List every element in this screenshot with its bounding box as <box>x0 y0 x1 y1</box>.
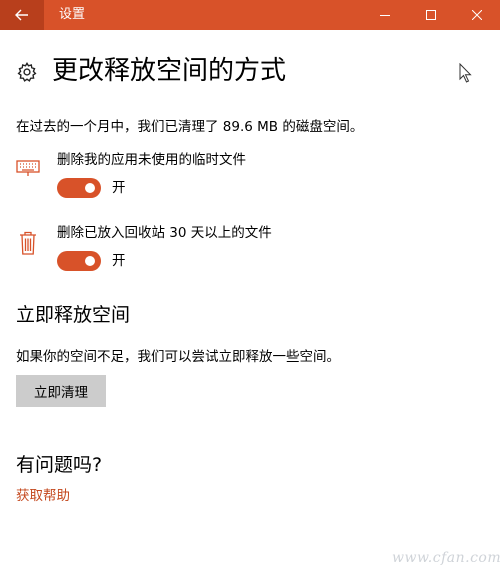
mouse-cursor-icon <box>459 63 472 83</box>
temp-files-toggle[interactable] <box>57 178 101 198</box>
temp-files-toggle-state: 开 <box>112 180 126 196</box>
get-help-link[interactable]: 获取帮助 <box>16 486 70 506</box>
temp-files-setting-label: 删除我的应用未使用的临时文件 <box>57 152 246 168</box>
back-arrow-icon <box>15 9 28 21</box>
minimize-button[interactable] <box>362 0 408 30</box>
cleanup-summary: 在过去的一个月中，我们已清理了 89.6 MB 的磁盘空间。 <box>16 119 364 135</box>
watermark: www.cfan.com.cn <box>392 550 500 566</box>
back-button[interactable] <box>0 0 44 30</box>
close-icon <box>472 10 482 20</box>
free-space-heading: 立即释放空间 <box>16 304 131 326</box>
minimize-icon <box>380 15 390 16</box>
recycle-bin-toggle[interactable] <box>57 251 101 271</box>
gear-icon <box>17 61 37 82</box>
recycle-bin-setting-label: 删除已放入回收站 30 天以上的文件 <box>57 225 272 241</box>
clean-now-button[interactable]: 立即清理 <box>16 375 106 407</box>
title-bar: 设置 <box>0 0 500 30</box>
help-heading: 有问题吗? <box>16 454 103 476</box>
free-space-description: 如果你的空间不足，我们可以尝试立即释放一些空间。 <box>16 349 340 365</box>
page-title: 更改释放空间的方式 <box>52 56 287 86</box>
keyboard-icon <box>16 160 40 176</box>
trash-icon <box>20 231 36 255</box>
recycle-bin-toggle-state: 开 <box>112 253 126 269</box>
window-title: 设置 <box>59 7 86 22</box>
maximize-button[interactable] <box>408 0 454 30</box>
close-button[interactable] <box>454 0 500 30</box>
maximize-icon <box>426 10 436 20</box>
